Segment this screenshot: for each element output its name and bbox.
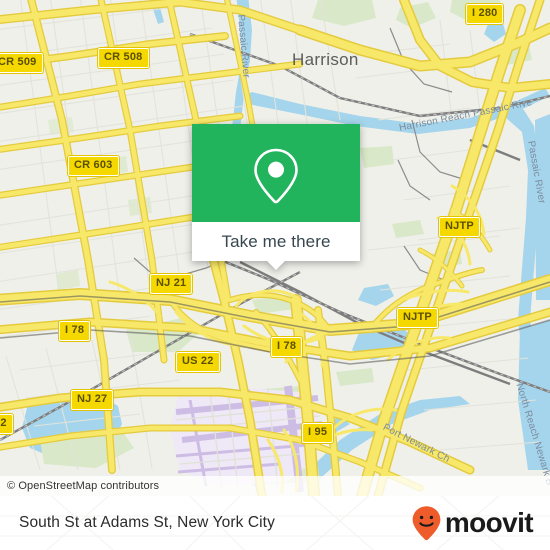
road-shield-i-78: I 78 [271, 337, 303, 357]
road-shield-label: NJTP [403, 311, 432, 323]
road-shield-label: I 78 [65, 324, 85, 336]
moovit-logo[interactable]: moovit [411, 496, 534, 550]
popup-header [192, 124, 360, 222]
road-shield-label: I 78 [277, 340, 297, 352]
moovit-pin-smiley-icon [412, 505, 441, 540]
stop-title: South St at Adams St, New York City [19, 514, 275, 531]
road-shield-label: US 22 [182, 355, 214, 367]
road-shield-njtp: NJTP [439, 217, 480, 237]
popup-pointer [267, 261, 285, 270]
map-attribution-bar: © OpenStreetMap contributors [0, 476, 550, 496]
road-shield-label: NJTP [445, 220, 474, 232]
road-shield-i-95: I 95 [302, 423, 334, 443]
map-canvas[interactable]: Harrison Passaic River Harrison Reach Pa… [0, 0, 550, 496]
attribution-text: © OpenStreetMap contributors [7, 480, 160, 492]
road-shield-label: CR 509 [0, 56, 37, 68]
take-me-there-popup[interactable]: Take me there [192, 124, 360, 270]
road-shield-cr-509: CR 509 [0, 53, 43, 73]
road-shield-njtp: NJTP [397, 308, 438, 328]
take-me-there-label: Take me there [221, 231, 331, 251]
road-shield-cr-603: CR 603 [68, 156, 119, 176]
road-shield-nj-27: NJ 27 [71, 390, 114, 410]
popup-action-bar[interactable]: Take me there [192, 222, 360, 270]
road-shield-label: NJ 21 [156, 277, 187, 289]
road-shield-us-22: US 22 [176, 352, 220, 372]
road-shield-i-78: I 78 [59, 321, 91, 341]
moovit-wordmark: moovit [444, 507, 534, 538]
road-shield-nj-21: NJ 21 [150, 274, 193, 294]
road-shield-label: I 95 [308, 426, 328, 438]
road-shield-cr-508: CR 508 [98, 48, 149, 68]
road-shield-label: NJ 27 [77, 393, 108, 405]
map-screenshot: Harrison Passaic River Harrison Reach Pa… [0, 0, 550, 550]
road-shield-22: 22 [0, 414, 13, 434]
footer-bar: South St at Adams St, New York City moov… [0, 496, 550, 550]
map-pin-icon [192, 147, 360, 205]
road-shield-i-280: I 280 [466, 4, 504, 24]
road-shield-label: 22 [0, 417, 7, 429]
road-shield-label: CR 603 [74, 159, 113, 171]
road-shield-label: I 280 [472, 7, 498, 19]
road-shield-label: CR 508 [104, 51, 143, 63]
